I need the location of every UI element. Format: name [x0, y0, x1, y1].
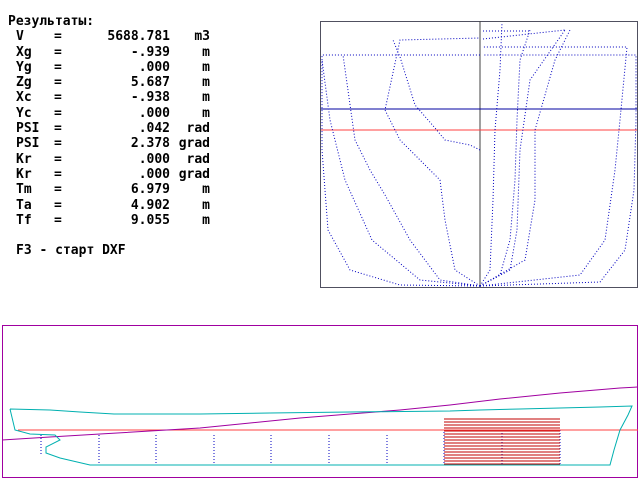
frame-aft-1: [321, 54, 481, 287]
profile-view: [1, 325, 639, 478]
frame-fwd-1: [479, 22, 503, 287]
drawings: [1, 21, 639, 478]
frame-aft-3: [342, 54, 481, 287]
body-plan: [320, 21, 638, 288]
frame-aft-4: [384, 37, 481, 287]
frame-aft-5: [392, 39, 481, 151]
frame-sections: [321, 22, 637, 287]
station-lines: [40, 430, 561, 465]
hull-profile: [9, 405, 633, 466]
frame-fwd-2: [479, 29, 531, 287]
frame-fwd-4: [479, 29, 571, 287]
body-plan-frame: [320, 21, 638, 288]
frame-aft-2: [321, 59, 481, 287]
frame-fwd-5: [479, 46, 628, 287]
frame-fwd-6: [479, 54, 637, 287]
